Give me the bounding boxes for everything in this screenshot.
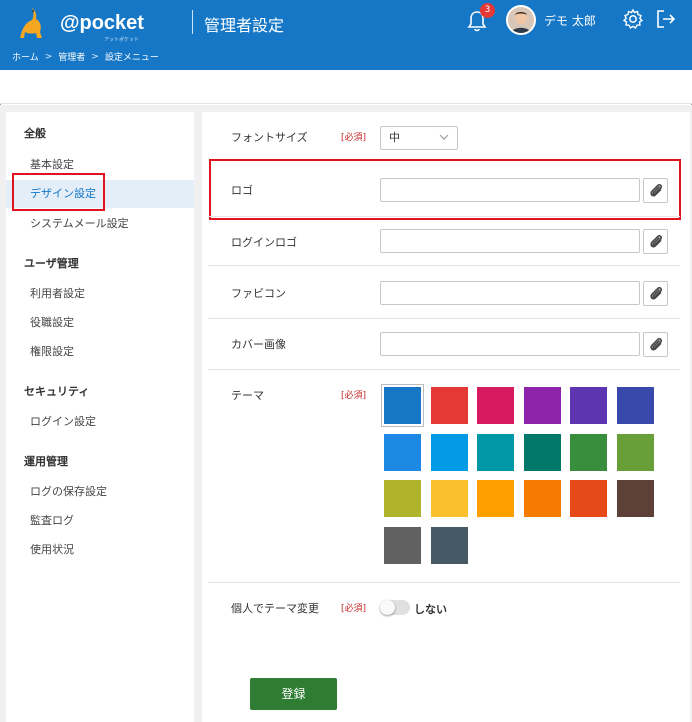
paperclip-icon [650,286,662,300]
favicon-file-input[interactable] [380,281,640,305]
breadcrumb-settings-menu[interactable]: 設定メニュー [105,50,159,63]
required-badge: [必須] [341,604,367,614]
logo-subtext: アットポケット [104,37,140,43]
cover-image-label: カバー画像 [231,338,286,351]
favicon-label: ファビコン [231,287,286,300]
toolbar-strip [0,70,692,104]
row-divider [208,265,680,266]
sidebar-item-permission-settings[interactable]: 権限設定 [6,338,194,366]
theme-color-swatch[interactable] [616,433,654,471]
sidebar-item-user-settings[interactable]: 利用者設定 [6,280,194,308]
sidebar-item-position-settings[interactable]: 役職設定 [6,309,194,337]
theme-color-swatch[interactable] [384,526,421,564]
theme-color-swatch[interactable] [430,387,468,424]
theme-color-swatch[interactable] [570,433,607,471]
paperclip-icon [650,234,662,248]
theme-color-swatch[interactable] [430,480,468,517]
theme-color-swatch[interactable] [430,526,468,564]
login-logo-label: ログインロゴ [231,236,297,249]
required-badge: [必須] [341,133,367,143]
breadcrumb-separator: > [44,51,53,62]
theme-color-swatch[interactable] [477,480,514,517]
theme-label: テーマ [231,389,264,402]
breadcrumb-home[interactable]: ホーム [12,50,39,63]
theme-color-swatch[interactable] [616,480,654,517]
sidebar-section-operations: 運用管理 [24,455,68,468]
theme-color-swatch[interactable] [430,433,468,471]
login-logo-attach-button[interactable] [643,229,668,254]
user-name[interactable]: デモ 太郎 [544,12,596,29]
sidebar-item-log-retention-settings[interactable]: ログの保存設定 [6,478,194,506]
theme-color-swatch[interactable] [570,480,607,517]
cover-image-attach-button[interactable] [643,332,668,357]
personal-theme-toggle-label: しない [414,603,447,616]
row-divider [208,369,680,370]
sidebar-section-user-management: ユーザ管理 [24,257,79,270]
paperclip-icon [650,337,662,351]
app-header: @pocket アットポケット 管理者設定 ホーム > 管理者 > 設定メニュー… [0,0,692,70]
breadcrumb-separator: > [91,51,99,62]
kangaroo-logo-icon[interactable]: @pocket アットポケット [12,4,162,44]
sidebar-item-login-settings[interactable]: ログイン設定 [6,408,194,436]
font-size-select[interactable]: 中 [380,126,458,150]
breadcrumb: ホーム > 管理者 > 設定メニュー [12,50,159,64]
font-size-label: フォントサイズ [231,131,308,144]
cover-image-file-input[interactable] [380,332,640,356]
theme-color-swatch[interactable] [382,385,423,426]
theme-color-swatch[interactable] [523,387,561,424]
user-avatar[interactable] [506,5,536,35]
sidebar-section-general: 全般 [24,127,46,140]
logout-icon[interactable] [655,8,677,30]
row-divider [208,216,680,217]
gear-icon[interactable] [622,8,644,30]
favicon-attach-button[interactable] [643,281,668,306]
register-button[interactable]: 登録 [250,678,337,710]
theme-color-swatch[interactable] [384,433,421,471]
sidebar-item-system-mail-settings[interactable]: システムメール設定 [6,210,194,238]
notification-badge: 3 [480,3,495,18]
sidebar-item-audit-log[interactable]: 監査ログ [6,507,194,535]
theme-color-swatch[interactable] [477,387,514,424]
sidebar-section-security: セキュリティ [24,385,90,398]
font-size-value: 中 [389,131,400,144]
row-divider [208,582,680,583]
chevron-down-icon [439,134,449,140]
theme-color-swatch[interactable] [477,433,514,471]
theme-color-swatch[interactable] [523,433,561,471]
login-logo-file-input[interactable] [380,229,640,253]
breadcrumb-admin[interactable]: 管理者 [58,50,85,63]
header-divider [192,10,193,34]
row-divider [208,318,680,319]
theme-color-swatch[interactable] [570,387,607,424]
toggle-knob [380,600,395,615]
sidebar-item-usage-status[interactable]: 使用状況 [6,536,194,564]
annotation-highlight-design-settings [12,173,105,211]
annotation-highlight-logo-row [209,159,681,220]
personal-theme-label: 個人でテーマ変更 [231,602,319,615]
theme-color-swatch[interactable] [384,480,421,517]
theme-color-swatch[interactable] [523,480,561,517]
logo-text: @pocket [60,12,144,34]
theme-color-swatch[interactable] [616,387,654,424]
page-title: 管理者設定 [204,16,285,35]
personal-theme-toggle[interactable] [380,600,410,615]
required-badge: [必須] [341,391,367,401]
